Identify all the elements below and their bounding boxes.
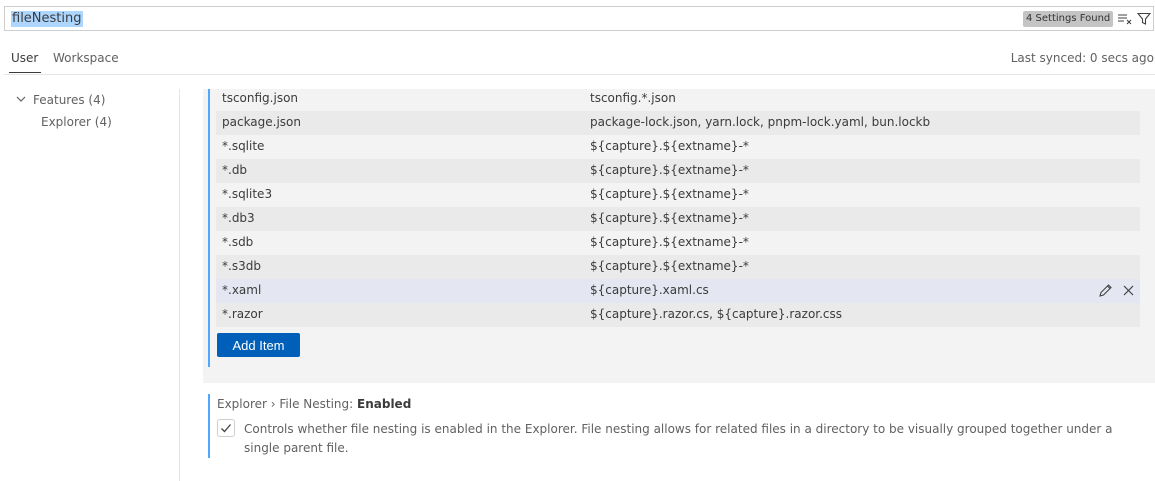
pattern-value: ${capture}.${extname}-* <box>590 187 749 201</box>
toc-item-explorer[interactable]: Explorer (4) <box>41 115 112 129</box>
active-tab-indicator <box>9 72 41 73</box>
pattern-key: *.sqlite <box>222 139 265 153</box>
table-row[interactable]: *.razor ${capture}.razor.cs, ${capture}.… <box>216 303 1140 327</box>
sync-status: Last synced: 0 secs ago <box>1010 51 1154 65</box>
close-icon[interactable] <box>1123 285 1134 296</box>
pattern-value: package-lock.json, yarn.lock, pnpm-lock.… <box>590 115 931 129</box>
table-row[interactable]: *.sdb ${capture}.${extname}-* <box>216 231 1140 255</box>
pattern-key: *.sqlite3 <box>222 187 273 201</box>
pattern-key: *.db <box>222 163 248 177</box>
enabled-checkbox[interactable] <box>217 419 235 437</box>
tabs-divider <box>4 74 1155 75</box>
pattern-value: ${capture}.${extname}-* <box>590 163 749 177</box>
table-row[interactable]: *.xaml ${capture}.xaml.cs <box>216 279 1140 303</box>
filter-icon[interactable] <box>1137 12 1151 26</box>
pattern-value: ${capture}.razor.cs, ${capture}.razor.cs… <box>590 307 843 321</box>
pattern-key: *.razor <box>222 307 263 321</box>
settings-search-input[interactable]: fileNesting 4 Settings Found <box>4 6 1154 31</box>
edit-icon[interactable] <box>1098 283 1113 298</box>
pattern-value: ${capture}.xaml.cs <box>590 283 709 297</box>
tab-workspace[interactable]: Workspace <box>53 51 119 65</box>
chevron-down-icon[interactable] <box>16 95 26 103</box>
pattern-value: ${capture}.${extname}-* <box>590 139 749 153</box>
toc-item-features[interactable]: Features (4) <box>33 93 105 107</box>
setting-description: Controls whether file nesting is enabled… <box>244 422 1113 455</box>
pattern-value: ${capture}.${extname}-* <box>590 211 749 225</box>
table-row[interactable]: tsconfig.json tsconfig.*.json <box>216 87 1140 111</box>
table-row[interactable]: *.db ${capture}.${extname}-* <box>216 159 1140 183</box>
pattern-key: package.json <box>222 115 302 129</box>
setting-title: Explorer › File Nesting: Enabled <box>217 397 411 411</box>
add-item-button[interactable]: Add Item <box>217 333 300 357</box>
pattern-value: ${capture}.${extname}-* <box>590 235 749 249</box>
sidebar-divider <box>179 89 180 481</box>
tab-user[interactable]: User <box>11 51 38 65</box>
pattern-value: tsconfig.*.json <box>590 91 676 105</box>
pattern-key: *.xaml <box>222 283 262 297</box>
search-query[interactable]: fileNesting <box>11 11 83 27</box>
setting-name: Enabled <box>357 397 412 411</box>
table-row[interactable]: *.sqlite3 ${capture}.${extname}-* <box>216 183 1140 207</box>
focus-indicator <box>208 89 210 367</box>
pattern-key: *.sdb <box>222 235 254 249</box>
clear-filter-icon[interactable] <box>1117 13 1132 25</box>
setting-category: Explorer › File Nesting: <box>217 397 358 411</box>
table-row[interactable]: *.sqlite ${capture}.${extname}-* <box>216 135 1140 159</box>
pattern-key: tsconfig.json <box>222 91 299 105</box>
results-count-badge: 4 Settings Found <box>1023 11 1114 27</box>
table-row[interactable]: package.json package-lock.json, yarn.loc… <box>216 111 1140 135</box>
pattern-key: *.s3db <box>222 259 261 273</box>
table-row[interactable]: *.db3 ${capture}.${extname}-* <box>216 207 1140 231</box>
checkmark-icon <box>221 424 231 433</box>
table-row[interactable]: *.s3db ${capture}.${extname}-* <box>216 255 1140 279</box>
pattern-value: ${capture}.${extname}-* <box>590 259 749 273</box>
setting-modified-indicator <box>208 394 210 458</box>
pattern-key: *.db3 <box>222 211 255 225</box>
